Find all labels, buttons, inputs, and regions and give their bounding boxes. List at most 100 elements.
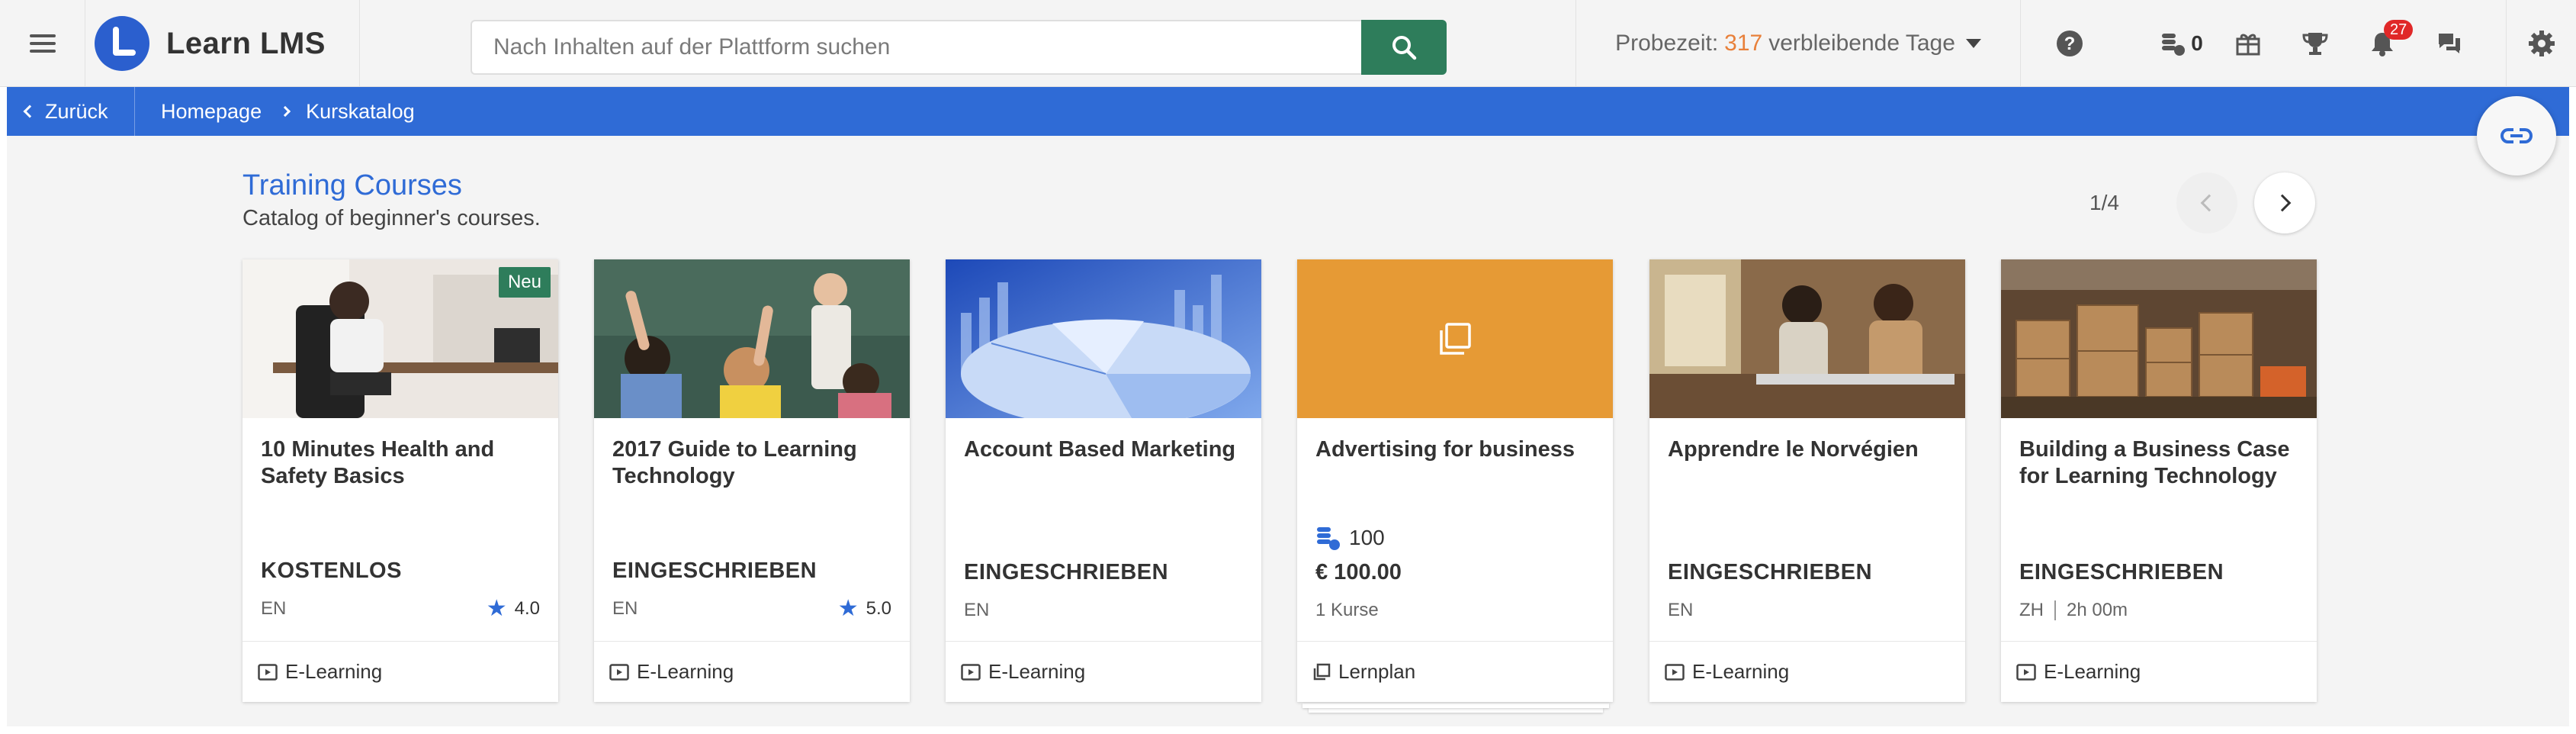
chevron-left-icon — [23, 105, 37, 118]
learning-plan-card[interactable]: Advertising for business 100 € 100.00 1 … — [1297, 259, 1613, 702]
trial-suffix: verbleibende Tage — [1768, 31, 1955, 56]
video-icon — [2016, 663, 2036, 681]
course-type-label: E-Learning — [285, 660, 383, 683]
course-title[interactable]: Building a Business Case for Learning Te… — [2019, 436, 2301, 490]
divider — [2054, 600, 2056, 620]
menu-icon[interactable] — [0, 0, 85, 87]
course-status: EINGESCHRIEBEN — [2019, 560, 2224, 584]
search-bar — [471, 20, 1447, 75]
new-badge: Neu — [498, 267, 551, 298]
breadcrumb: Zurück Homepage Kurskatalog — [7, 87, 2569, 136]
course-title[interactable]: 2017 Guide to Learning Technology — [612, 436, 895, 490]
course-thumbnail — [946, 259, 1261, 418]
course-type: E-Learning — [2001, 641, 2317, 702]
chevron-left-icon — [2200, 194, 2218, 212]
course-type-label: E-Learning — [637, 660, 734, 683]
breadcrumb-catalog[interactable]: Kurskatalog — [306, 100, 415, 124]
video-icon — [258, 663, 278, 681]
course-type: E-Learning — [243, 641, 558, 702]
course-type: E-Learning — [946, 641, 1261, 702]
course-duration: 2h 00m — [2067, 600, 2128, 620]
pager-indicator: 1/4 — [2089, 191, 2119, 214]
gift-icon[interactable] — [2215, 0, 2282, 87]
search-button[interactable] — [1361, 20, 1447, 75]
breadcrumb-homepage[interactable]: Homepage — [161, 100, 262, 124]
help-icon[interactable]: ? — [2036, 0, 2103, 87]
settings-button[interactable] — [2506, 0, 2576, 87]
video-icon — [609, 663, 629, 681]
star-icon: ★ — [486, 596, 507, 621]
coin-value: 100 — [1349, 526, 1385, 549]
chevron-right-icon — [2273, 194, 2292, 212]
caret-down-icon — [1965, 39, 1981, 48]
course-type-label: E-Learning — [1692, 660, 1790, 683]
previous-page-button[interactable] — [2176, 172, 2237, 233]
chat-icon[interactable] — [2416, 0, 2483, 87]
top-header: Learn LMS Probezeit: 317 verbleibende Ta… — [0, 0, 2576, 87]
trial-dropdown[interactable]: Probezeit: 317 verbleibende Tage — [1575, 0, 2021, 87]
course-card[interactable]: Apprendre le Norvégien EINGESCHRIEBEN EN… — [1649, 259, 1965, 702]
course-thumbnail: Neu — [243, 259, 558, 418]
course-rating: ★ 4.0 — [487, 595, 540, 622]
course-language: EN — [612, 598, 638, 619]
course-meta: ZH 2h 00m — [2019, 600, 2128, 621]
course-language: EN — [1668, 600, 1694, 620]
course-card[interactable]: 2017 Guide to Learning Technology EINGES… — [594, 259, 910, 702]
video-icon — [961, 663, 981, 681]
trial-days: 317 — [1724, 31, 1763, 56]
section-subtitle: Catalog of beginner's courses. — [243, 206, 541, 230]
coins-button[interactable]: 0 — [2140, 0, 2224, 87]
course-card[interactable]: Building a Business Case for Learning Te… — [2001, 259, 2317, 702]
course-type: Lernplan — [1297, 641, 1613, 702]
trophy-icon[interactable] — [2282, 0, 2349, 87]
course-type: E-Learning — [594, 641, 910, 702]
search-input[interactable] — [471, 20, 1361, 75]
brand-name: Learn LMS — [166, 26, 326, 60]
course-type-label: E-Learning — [988, 660, 1086, 683]
course-title[interactable]: 10 Minutes Health and Safety Basics — [261, 436, 543, 490]
coins-icon — [1317, 527, 1340, 550]
card-stack-shadow — [1309, 708, 1603, 713]
brand-logo — [95, 16, 149, 71]
course-card[interactable]: Neu 10 Minutes Health and Safety Basics … — [243, 259, 558, 702]
rating-value: 5.0 — [866, 597, 891, 619]
coin-price: 100 — [1315, 525, 1385, 551]
course-status: EINGESCHRIEBEN — [964, 560, 1169, 584]
course-thumbnail — [594, 259, 910, 418]
copy-icon — [1440, 323, 1471, 355]
course-thumbnail — [2001, 259, 2317, 418]
notifications-badge: 27 — [2384, 20, 2414, 40]
learning-plan-icon — [1312, 663, 1331, 681]
course-type: E-Learning — [1649, 641, 1965, 702]
course-status: KOSTENLOS — [261, 559, 402, 583]
coins-count: 0 — [2191, 31, 2203, 55]
course-title[interactable]: Apprendre le Norvégien — [1668, 436, 1950, 463]
card-stack-shadow — [1302, 703, 1609, 708]
section-title[interactable]: Training Courses — [243, 169, 462, 202]
coins-icon — [2162, 34, 2186, 56]
learning-plan-thumbnail — [1297, 259, 1613, 418]
course-status: EINGESCHRIEBEN — [1668, 560, 1873, 584]
copy-link-button[interactable] — [2477, 96, 2556, 175]
gear-icon — [2528, 31, 2555, 56]
course-rating: ★ 5.0 — [838, 595, 891, 622]
chevron-right-icon — [280, 105, 291, 118]
course-language: ZH — [2019, 600, 2044, 620]
next-page-button[interactable] — [2254, 172, 2315, 233]
course-card[interactable]: Account Based Marketing EINGESCHRIEBEN E… — [946, 259, 1261, 702]
course-thumbnail — [1649, 259, 1965, 418]
course-language: EN — [964, 600, 990, 620]
rating-value: 4.0 — [514, 597, 540, 619]
star-icon: ★ — [837, 596, 859, 621]
course-type-label: Lernplan — [1338, 660, 1416, 683]
course-title[interactable]: Account Based Marketing — [964, 436, 1246, 463]
back-button[interactable]: Zurück — [7, 87, 135, 136]
search-icon — [1392, 36, 1417, 60]
link-icon — [2500, 128, 2533, 143]
trial-prefix: Probezeit: — [1615, 31, 1719, 56]
course-title[interactable]: Advertising for business — [1315, 436, 1598, 463]
brand[interactable]: Learn LMS — [85, 0, 360, 87]
video-icon — [1665, 663, 1685, 681]
back-label: Zurück — [45, 99, 108, 123]
notifications-button[interactable]: 27 — [2349, 0, 2416, 87]
